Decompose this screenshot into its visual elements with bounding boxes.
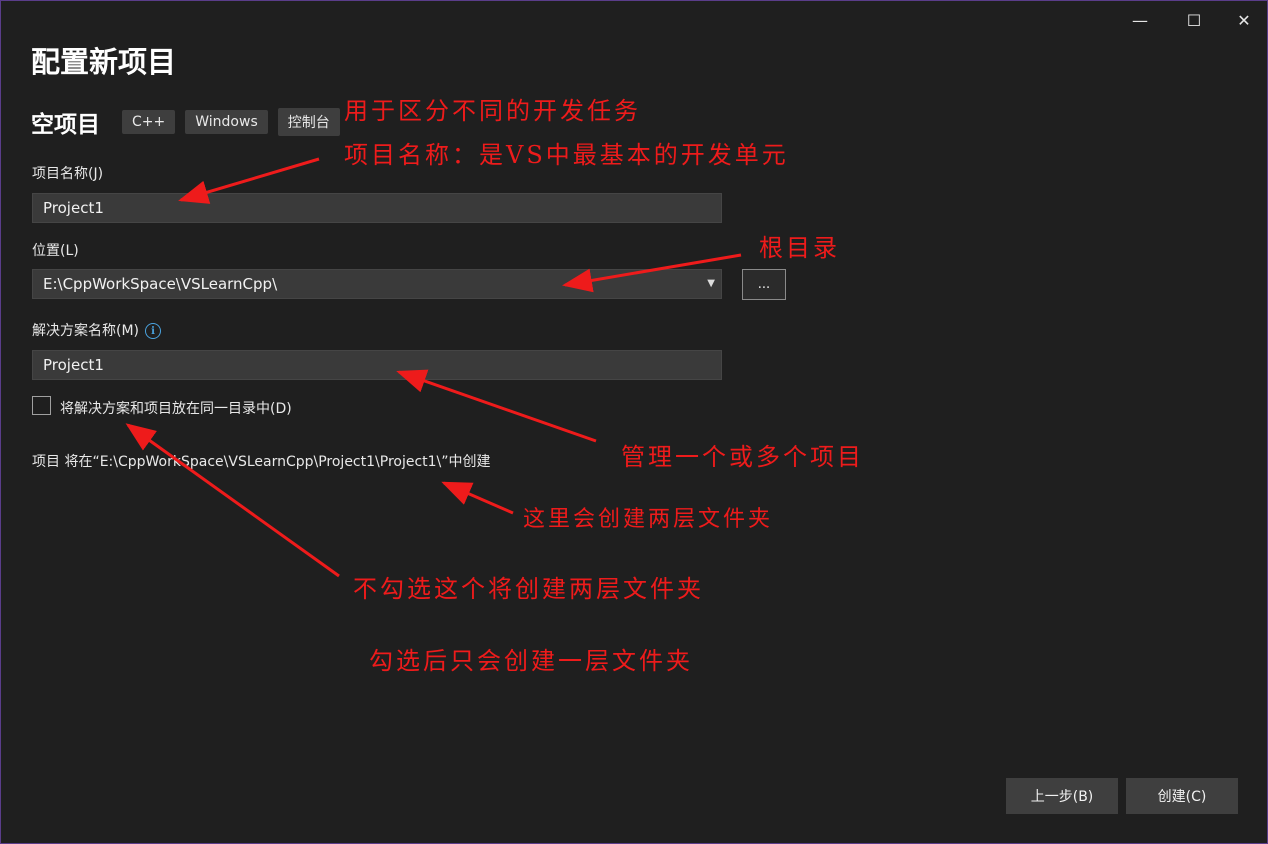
close-icon: ✕ [1237, 10, 1251, 30]
chevron-down-icon[interactable]: ▼ [707, 270, 715, 298]
annotation-checked: 勾选后只会创建一层文件夹 [369, 647, 693, 675]
tag-cpp: C++ [122, 110, 176, 134]
maximize-icon: ☐ [1186, 10, 1202, 30]
create-button[interactable]: 创建(C) [1126, 778, 1238, 814]
tag-console: 控制台 [277, 108, 340, 136]
info-icon[interactable]: i [145, 323, 162, 339]
minimize-icon: — [1132, 10, 1148, 30]
close-button[interactable]: ✕ [1221, 7, 1267, 33]
location-label: 位置(L) [32, 243, 79, 259]
annotation-location: 根目录 [759, 234, 840, 262]
annotation-tags: 用于区分不同的开发任务 [344, 97, 641, 125]
solution-name-label: 解决方案名称(M) [32, 323, 140, 339]
back-button[interactable]: 上一步(B) [1006, 778, 1118, 814]
project-name-label: 项目名称(J) [32, 166, 104, 182]
browse-button[interactable]: ... [742, 269, 786, 300]
maximize-button[interactable]: ☐ [1171, 7, 1217, 33]
same-directory-checkbox-label[interactable]: 将解决方案和项目放在同一目录中(D) [60, 398, 292, 418]
annotation-solution: 管理一个或多个项目 [621, 443, 864, 471]
template-header: 空项目 C++ Windows 控制台 [31, 105, 350, 139]
annotation-project-name: 项目名称：是VS中最基本的开发单元 [344, 141, 789, 169]
same-directory-checkbox[interactable] [32, 396, 51, 415]
solution-name-input[interactable]: Project1 [32, 350, 722, 380]
template-name: 空项目 [31, 112, 100, 138]
location-combobox[interactable]: E:\CppWorkSpace\VSLearnCpp\ ▼ [32, 269, 722, 299]
arrow-checkbox [125, 423, 340, 578]
minimize-button[interactable]: — [1117, 7, 1163, 33]
arrow-solution [396, 369, 597, 443]
solution-name-label-row: 解决方案名称(M) i [32, 320, 162, 340]
tag-windows: Windows [185, 110, 268, 134]
annotation-unchecked: 不勾选这个将创建两层文件夹 [353, 575, 704, 603]
page-title: 配置新项目 [31, 45, 177, 79]
configure-project-dialog: — ☐ ✕ 配置新项目 空项目 C++ Windows 控制台 项目名称(J) … [0, 0, 1268, 844]
project-path-note: 项目 将在“E:\CppWorkSpace\VSLearnCpp\Project… [32, 454, 491, 470]
project-name-input[interactable]: Project1 [32, 193, 722, 223]
location-value: E:\CppWorkSpace\VSLearnCpp\ [43, 275, 278, 293]
annotation-two-levels: 这里会创建两层文件夹 [523, 507, 774, 532]
arrow-path-note [441, 481, 514, 515]
